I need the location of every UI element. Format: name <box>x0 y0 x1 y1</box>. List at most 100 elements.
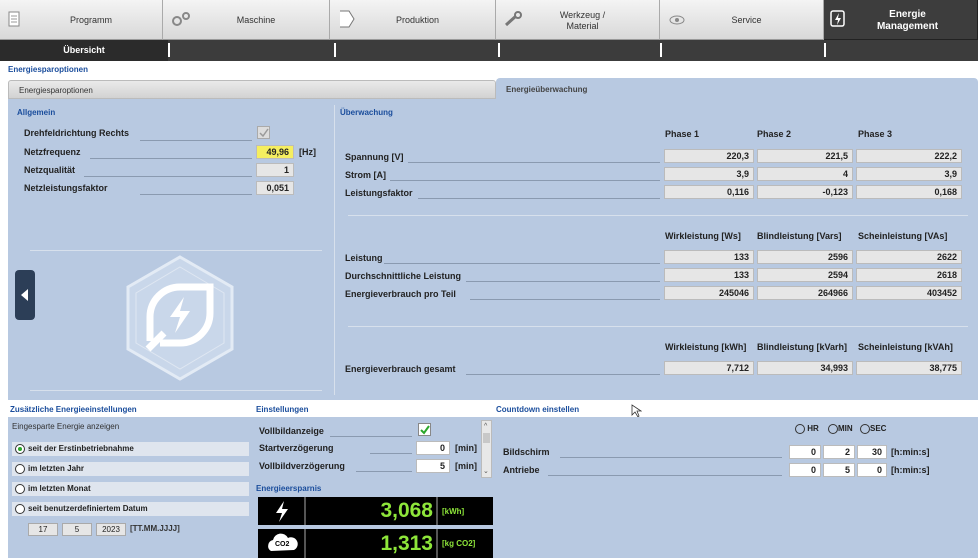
value-leistung-w: 133 <box>664 250 754 264</box>
label-energieverbrauch-teil: Energieverbrauch pro Teil <box>345 289 456 299</box>
header-phase-1: Phase 1 <box>665 129 700 139</box>
value-spannung-p1: 220,3 <box>664 149 754 163</box>
chevron-up-icon[interactable]: ^ <box>484 423 487 430</box>
subtab-empty <box>660 40 824 61</box>
section-title-ueberwachung: Überwachung <box>340 108 393 117</box>
nav-label: Programm <box>69 15 112 25</box>
subtab-empty <box>824 40 978 61</box>
value-durchschnitt-s: 2618 <box>856 268 962 282</box>
input-bildschirm-hr[interactable]: 0 <box>789 445 821 459</box>
section-title-zusatz: Zusätzliche Energieeinstellungen <box>8 404 254 417</box>
ersparnis-co2-unit: [kg CO2] <box>442 539 476 548</box>
subtab-empty <box>498 40 660 61</box>
header-phase-2: Phase 2 <box>757 129 792 139</box>
scrollbar[interactable]: ^ ⌄ <box>481 420 492 478</box>
subtab-empty <box>168 40 334 61</box>
radio[interactable] <box>15 464 25 474</box>
countdown-panel <box>494 417 978 558</box>
header-phase-3: Phase 3 <box>858 129 893 139</box>
input-antriebe-min[interactable]: 5 <box>823 463 855 477</box>
nav-tab-programm[interactable]: Programm <box>0 0 163 40</box>
subtab-uebersicht[interactable]: Übersicht <box>0 40 168 61</box>
ersparnis-kwh-value: 3,068 <box>380 499 433 522</box>
nav-tab-produktion[interactable]: Produktion <box>330 0 496 40</box>
input-vollbildverzoegerung[interactable]: 5 <box>416 459 450 473</box>
cursor-icon <box>631 404 642 418</box>
value-leistungsfaktor-p2: -0,123 <box>757 185 853 199</box>
radio[interactable] <box>15 504 25 514</box>
option-letztes-jahr[interactable]: im letzten Jahr <box>12 462 249 476</box>
chevron-down-icon[interactable]: ⌄ <box>483 467 489 475</box>
date-year-input[interactable]: 2023 <box>96 523 126 536</box>
nav-label: Produktion <box>395 15 440 25</box>
value-gesamt-w: 7,712 <box>664 361 754 375</box>
option-label: im letzten Jahr <box>28 464 85 473</box>
value-gesamt-s: 38,775 <box>856 361 962 375</box>
checkbox-vollbildanzeige[interactable] <box>418 423 431 436</box>
clock-icon <box>860 424 870 434</box>
nav-tab-service[interactable]: Service <box>660 0 824 40</box>
option-erstinbetriebnahme[interactable]: seit der Erstinbetriebnahme <box>12 442 249 456</box>
nav-tab-werkzeug[interactable]: Werkzeug / Material <box>496 0 660 40</box>
value-gesamt-b: 34,993 <box>757 361 853 375</box>
scrollbar-thumb[interactable] <box>483 433 490 443</box>
tab-label: Energieüberwachung <box>506 85 588 94</box>
nav-label: Werkzeug / <box>559 10 606 20</box>
value-netzqualitaet: 1 <box>256 163 294 177</box>
clock-icon <box>828 424 838 434</box>
date-month-input[interactable]: 5 <box>62 523 92 536</box>
value-strom-p2: 4 <box>757 167 853 181</box>
option-benutzerdefiniert[interactable]: seit benutzerdefiniertem Datum <box>12 502 249 516</box>
checkbox-drehfeld[interactable] <box>257 126 270 139</box>
label-antriebe: Antriebe <box>503 465 540 475</box>
label-vollbildanzeige: Vollbildanzeige <box>259 426 324 436</box>
date-day-input[interactable]: 17 <box>28 523 58 536</box>
value-teil-s: 403452 <box>856 286 962 300</box>
previous-button[interactable] <box>15 270 35 320</box>
section-title-allgemein: Allgemein <box>17 108 56 117</box>
nav-tab-energie[interactable]: Energie Management <box>824 0 978 40</box>
label-netzfrequenz: Netzfrequenz <box>24 147 81 157</box>
option-letzter-monat[interactable]: im letzten Monat <box>12 482 249 496</box>
value-leistungsfaktor-p1: 0,116 <box>664 185 754 199</box>
value-strom-p3: 3,9 <box>856 167 962 181</box>
value-leistung-s: 2622 <box>856 250 962 264</box>
header-blind-kvarh: Blindleistung [kVarh] <box>757 342 848 352</box>
input-bildschirm-min[interactable]: 2 <box>823 445 855 459</box>
subtab-empty <box>334 40 498 61</box>
value-spannung-p3: 222,2 <box>856 149 962 163</box>
check-icon <box>420 425 430 435</box>
label-vollbildverzoegerung: Vollbildverzögerung <box>259 461 345 471</box>
tab-energieueberwachung[interactable]: Energieüberwachung <box>496 78 978 101</box>
label-netzleistungsfaktor: Netzleistungsfaktor <box>24 183 108 193</box>
value-leistungsfaktor-p3: 0,168 <box>856 185 962 199</box>
option-label: seit benutzerdefiniertem Datum <box>28 504 148 513</box>
input-antriebe-hr[interactable]: 0 <box>789 463 821 477</box>
nav-label-2: Material <box>566 21 599 31</box>
tab-energiesparoptionen[interactable]: Energiesparoptionen <box>8 80 496 99</box>
zusatz-subtitle: Eingesparte Energie anzeigen <box>12 422 120 431</box>
nav-label: Maschine <box>236 15 276 25</box>
radio-selected[interactable] <box>15 444 25 454</box>
option-label: im letzten Monat <box>28 484 91 493</box>
co2-label: CO2 <box>275 541 290 548</box>
nav-tab-maschine[interactable]: Maschine <box>163 0 330 40</box>
nav-label-2: Management <box>876 21 939 32</box>
section-title-countdown: Countdown einstellen <box>494 404 978 417</box>
value-spannung-p2: 221,5 <box>757 149 853 163</box>
input-bildschirm-sec[interactable]: 30 <box>857 445 887 459</box>
radio[interactable] <box>15 484 25 494</box>
header-scheinleistung: Scheinleistung [VAs] <box>858 231 948 241</box>
energy-leaf-logo <box>126 255 234 381</box>
header-schein-kvah: Scheinleistung [kVAh] <box>858 342 953 352</box>
label-strom: Strom [A] <box>345 170 386 180</box>
value-durchschnitt-b: 2594 <box>757 268 853 282</box>
label-leistungsfaktor: Leistungsfaktor <box>345 188 413 198</box>
ersparnis-row-kwh: 3,068 [kWh] <box>258 497 493 525</box>
header-min: MIN <box>828 424 853 434</box>
input-startverzoegerung[interactable]: 0 <box>416 441 450 455</box>
page-title: Energiesparoptionen <box>8 65 89 74</box>
unit-hz: [Hz] <box>299 147 316 157</box>
input-antriebe-sec[interactable]: 0 <box>857 463 887 477</box>
lightning-icon <box>276 501 288 522</box>
